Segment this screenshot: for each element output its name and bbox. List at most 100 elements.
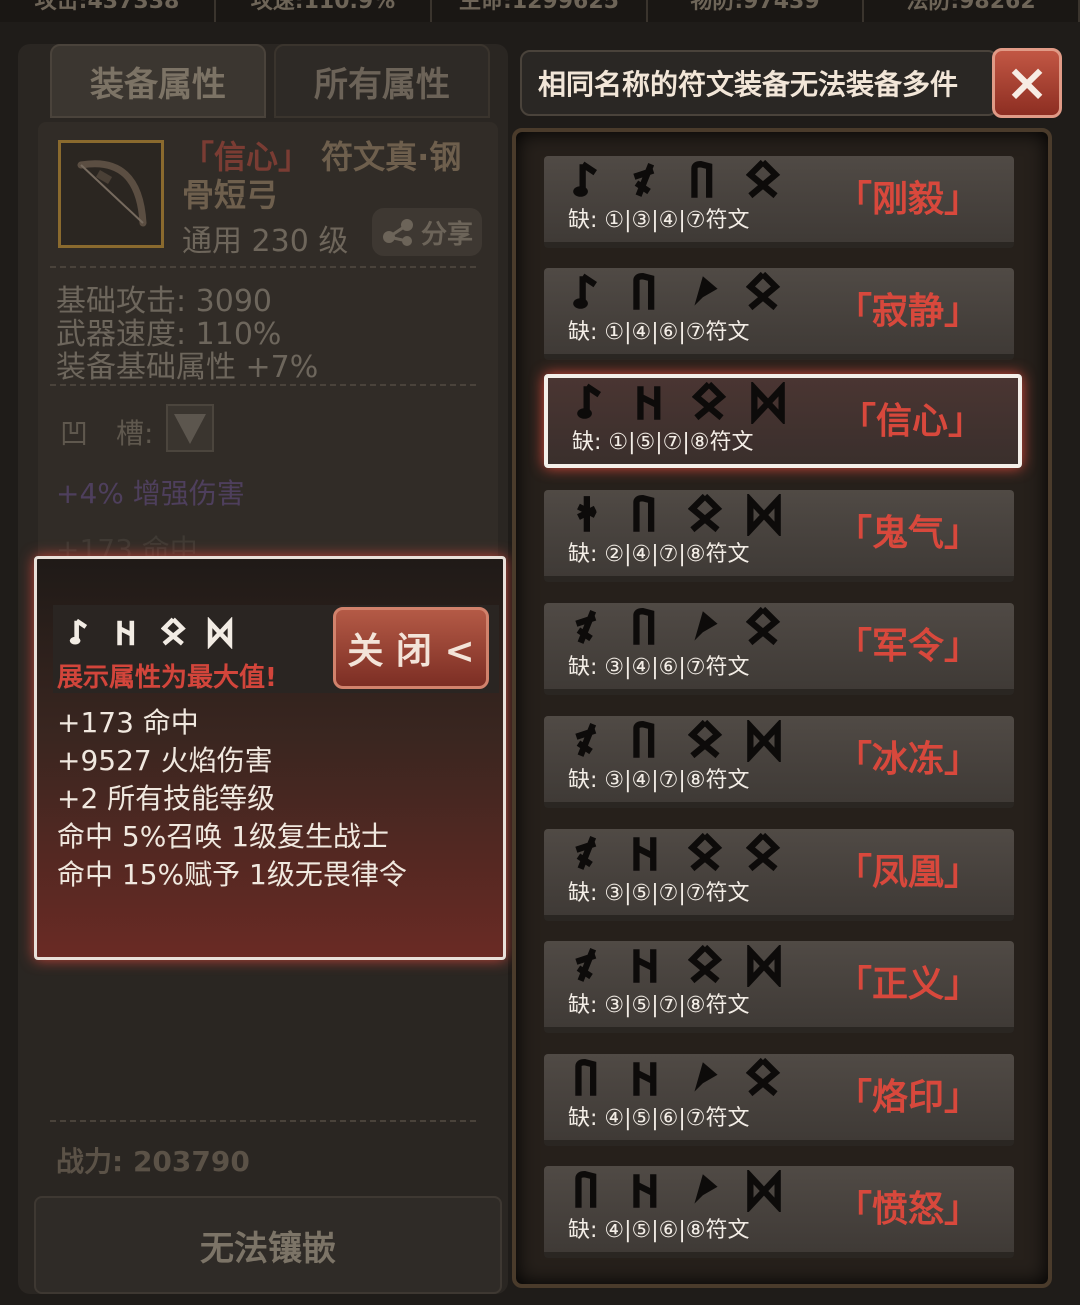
runeword-missing-runes: 缺: ①|③|④|⑦符文 — [568, 208, 750, 233]
socket-slot[interactable] — [166, 404, 214, 452]
rune-7-icon — [746, 272, 781, 311]
bonus-damage-text: +4% 增强伤害 — [56, 477, 245, 510]
rune-4-icon — [691, 161, 713, 198]
runeword-rune-row — [572, 1058, 782, 1100]
rune-5-icon — [633, 1174, 657, 1208]
rune-7-icon — [688, 720, 723, 759]
runeword-name: 「冰冻」 — [835, 739, 980, 780]
cannot-inlay-button[interactable]: 无法镶嵌 — [34, 1196, 502, 1294]
runeword-rune-row — [572, 1170, 782, 1212]
rune-7-icon — [746, 833, 781, 872]
rune-6-icon — [694, 276, 718, 306]
tab-equip-attributes[interactable]: 装备属性 — [50, 44, 266, 118]
rune-8-icon — [747, 720, 781, 762]
rune-3-icon — [575, 610, 597, 644]
rune-8-icon — [751, 382, 785, 424]
runeword-missing-runes: 缺: ③|⑤|⑦|⑧符文 — [568, 993, 750, 1018]
runeword-name: 「刚毅」 — [835, 179, 980, 220]
rune-2-icon — [577, 496, 597, 532]
runeword-rune-row — [572, 494, 782, 536]
runeword-detail-popup: 展示属性为最大值! 关 闭 < +173 命中 +9527 火焰伤害 +2 所有… — [34, 556, 506, 960]
divider — [50, 266, 480, 268]
runeword-missing-runes: 缺: ①|⑤|⑦|⑧符文 — [572, 430, 754, 455]
runeword-missing-runes: 缺: ①|④|⑥|⑦符文 — [568, 320, 750, 345]
stat-hp: 生命:1299625 — [432, 0, 648, 22]
rune-7-icon — [692, 382, 727, 421]
rune-1-icon — [577, 383, 601, 419]
rune-8-icon — [207, 617, 233, 649]
rune-7-icon — [688, 833, 723, 872]
popup-rune-row — [69, 617, 233, 649]
rune-7-icon — [746, 160, 781, 199]
runeword-name: 「军令」 — [835, 626, 980, 667]
share-icon — [382, 219, 413, 246]
runeword-rune-row — [572, 607, 782, 649]
rune-4-icon — [633, 495, 655, 532]
stat-phys-def: 物防:97439 — [648, 0, 864, 22]
runeword-card[interactable]: 缺: ④|⑤|⑥|⑧符文 「愤怒」 — [544, 1166, 1014, 1258]
runeword-card[interactable]: 缺: ①|③|④|⑦符文 「刚毅」 — [544, 156, 1014, 248]
rune-7-icon — [688, 494, 723, 533]
top-stats-bar: 攻击:437338 攻速:110.9% 生命:1299625 物防:97439 … — [0, 0, 1080, 22]
runeword-card[interactable]: 缺: ③|⑤|⑦|⑦符文 「凤凰」 — [544, 829, 1014, 921]
runeword-card[interactable]: 缺: ②|④|⑦|⑧符文 「鬼气」 — [544, 490, 1014, 582]
item-name: 「信心」 符文真·钢骨短弓 — [182, 138, 482, 214]
rune-4-icon — [633, 273, 655, 310]
runeword-card[interactable]: 缺: ④|⑤|⑥|⑦符文 「烙印」 — [544, 1054, 1014, 1146]
stat-magic-def: 法防:98262 — [864, 0, 1080, 22]
rune-1-icon — [573, 273, 597, 309]
runeword-rune-row — [572, 720, 782, 762]
runeword-rune-row — [576, 382, 786, 424]
rune-8-icon — [747, 945, 781, 987]
item-runeword-prefix: 「信心」 — [182, 138, 311, 176]
stat-attack: 攻击:437338 — [0, 0, 216, 22]
notice-banner: 相同名称的符文装备无法装备多件 — [520, 50, 998, 116]
rune-4-icon — [633, 721, 655, 758]
rune-6-icon — [694, 1174, 718, 1204]
rune-3-icon — [575, 836, 597, 870]
socket-label: 凹 槽: — [60, 417, 154, 450]
divider — [50, 1120, 480, 1122]
runeword-name: 「鬼气」 — [835, 513, 980, 554]
runeword-rune-row — [572, 945, 782, 987]
rune-8-icon — [747, 494, 781, 536]
popup-attr: +9527 火焰伤害 — [57, 744, 273, 777]
runeword-missing-runes: 缺: ③|⑤|⑦|⑦符文 — [568, 881, 750, 906]
tab-all-attributes[interactable]: 所有属性 — [274, 44, 490, 118]
runeword-name: 「寂静」 — [835, 291, 980, 332]
runeword-card[interactable]: 缺: ①|⑤|⑦|⑧符文 「信心」 — [544, 374, 1022, 468]
popup-attr: 命中 15%赋予 1级无畏律令 — [57, 858, 407, 891]
rune-5-icon — [633, 1062, 657, 1096]
runeword-rune-row — [572, 833, 782, 875]
rune-3-icon — [575, 948, 597, 982]
stat-base-attr-bonus: 装备基础属性 +7% — [56, 350, 319, 385]
runeword-card[interactable]: 缺: ③|⑤|⑦|⑧符文 「正义」 — [544, 941, 1014, 1033]
rune-8-icon — [747, 1170, 781, 1212]
close-popup-button[interactable]: 关 闭 < — [333, 607, 489, 689]
rune-7-icon — [746, 607, 781, 646]
runeword-name: 「烙印」 — [835, 1077, 980, 1118]
runeword-missing-runes: 缺: ③|④|⑥|⑦符文 — [568, 655, 750, 680]
rune-4-icon — [575, 1059, 597, 1096]
combat-power: 战力: 203790 — [56, 1145, 250, 1178]
runeword-card[interactable]: 缺: ③|④|⑦|⑧符文 「冰冻」 — [544, 716, 1014, 808]
runeword-missing-runes: 缺: ③|④|⑦|⑧符文 — [568, 768, 750, 793]
runeword-missing-runes: 缺: ②|④|⑦|⑧符文 — [568, 542, 750, 567]
share-label: 分享 — [420, 219, 473, 250]
runeword-missing-runes: 缺: ④|⑤|⑥|⑦符文 — [568, 1106, 750, 1131]
popup-attr: +173 命中 — [57, 706, 199, 739]
runeword-card[interactable]: 缺: ①|④|⑥|⑦符文 「寂静」 — [544, 268, 1014, 360]
runeword-name: 「凤凰」 — [835, 852, 980, 893]
rune-5-icon — [117, 620, 135, 646]
runeword-missing-runes: 缺: ④|⑤|⑥|⑧符文 — [568, 1218, 750, 1243]
rune-5-icon — [633, 837, 657, 871]
close-icon[interactable]: × — [992, 48, 1062, 118]
stat-attack-speed: 攻速:110.9% — [216, 0, 432, 22]
runeword-card[interactable]: 缺: ③|④|⑥|⑦符文 「军令」 — [544, 603, 1014, 695]
runeword-rune-row — [572, 272, 782, 314]
share-button[interactable]: 分享 — [372, 208, 482, 256]
item-icon-frame — [58, 140, 164, 248]
triangle-down-icon — [174, 414, 206, 444]
popup-attr: +2 所有技能等级 — [57, 782, 276, 815]
rune-1-icon — [573, 161, 597, 197]
